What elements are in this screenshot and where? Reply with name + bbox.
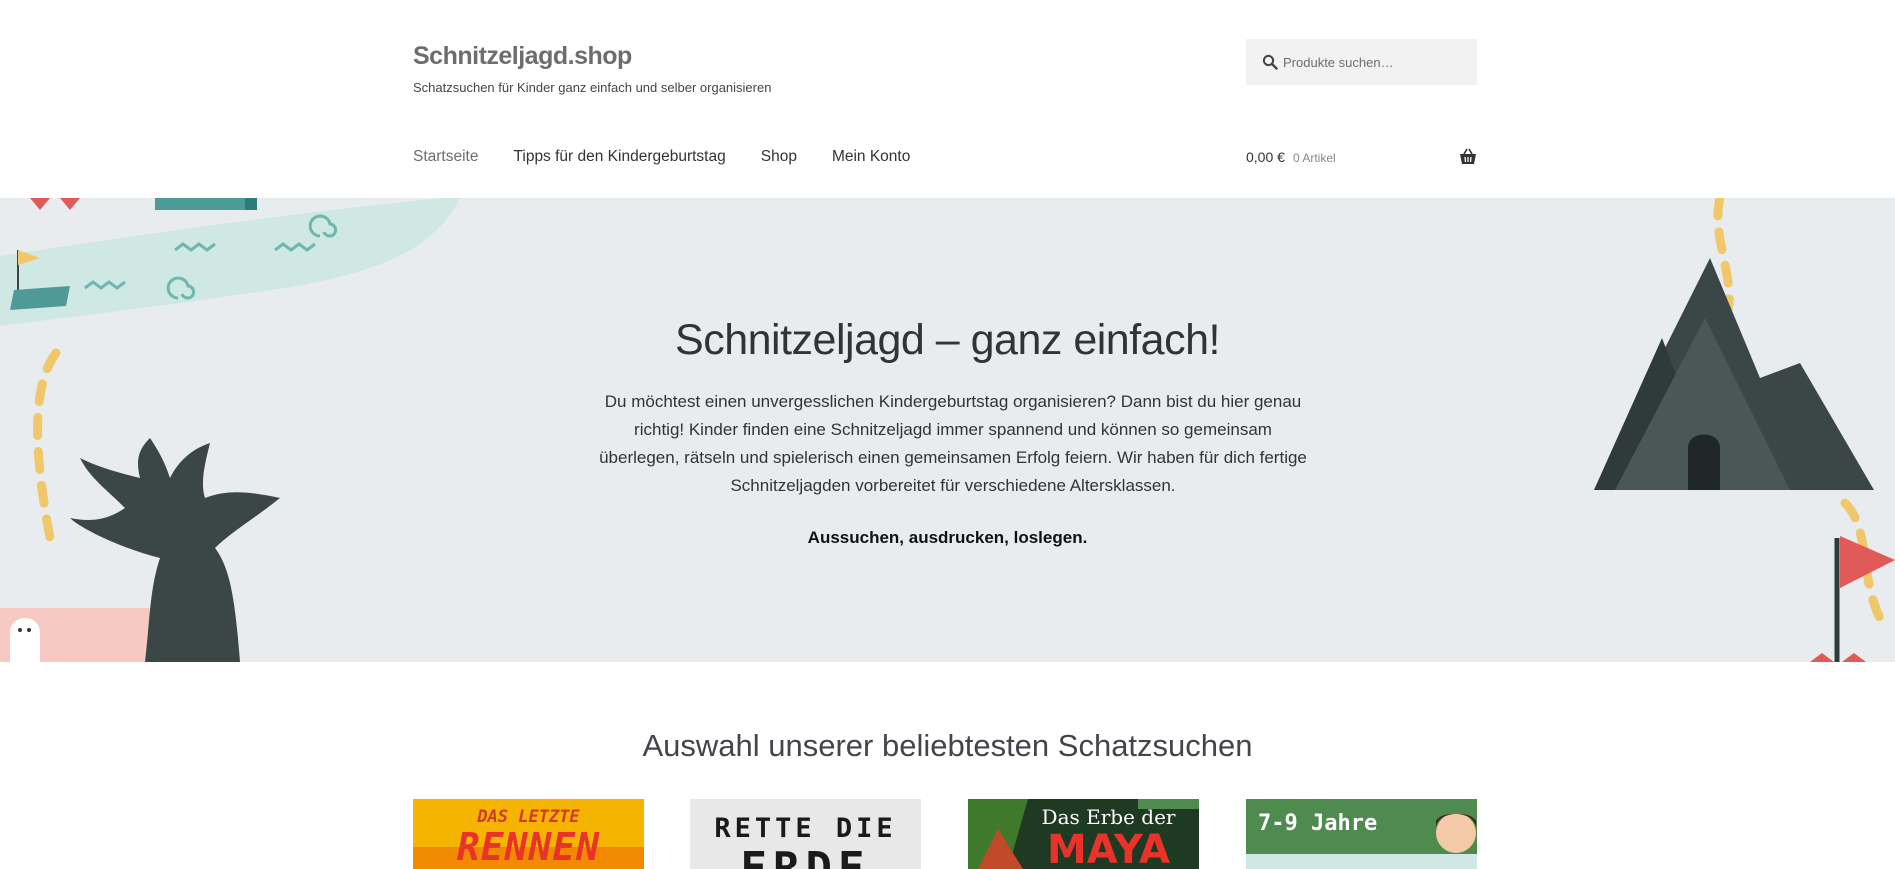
product-card-7-9-jahre[interactable]: 7-9 Jahre [1246, 799, 1477, 869]
hero-tagline: Aussuchen, ausdrucken, loslegen. [807, 528, 1088, 547]
site-tagline: Schatzsuchen für Kinder ganz einfach und… [413, 80, 772, 95]
cart-amount: 0,00 € [1246, 149, 1285, 165]
search-input[interactable] [1283, 39, 1468, 85]
cart-count: 0 Artikel [1293, 151, 1336, 165]
site-title[interactable]: Schnitzeljagd.shop [413, 42, 632, 71]
cart-link[interactable]: 0,00 € 0 Artikel [1246, 148, 1477, 170]
site-header: Schnitzeljagd.shop Schatzsuchen für Kind… [0, 0, 1895, 198]
product-card-das-letzte-rennen[interactable]: DAS LETZTE RENNEN [413, 799, 644, 869]
nav-item-shop[interactable]: Shop [761, 148, 797, 166]
basket-icon [1460, 148, 1476, 164]
hero-title: Schnitzeljagd – ganz einfach! [675, 316, 1220, 364]
product-title-line2: MAYA [1046, 827, 1171, 869]
primary-navigation: Startseite Tipps für den Kindergeburtsta… [413, 148, 945, 166]
nav-item-mein-konto[interactable]: Mein Konto [832, 148, 910, 166]
map-illustration-left [0, 198, 460, 662]
nav-item-tipps[interactable]: Tipps für den Kindergeburtstag [513, 148, 725, 166]
hero-description: Du möchtest einen unvergesslichen Kinder… [599, 392, 1307, 495]
product-card-rette-die-erde[interactable]: RETTE DIE ERDE [690, 799, 921, 869]
product-search [1246, 39, 1477, 85]
search-icon [1262, 54, 1278, 70]
products-section-title: Auswahl unserer beliebtesten Schatzsuche… [642, 728, 1253, 763]
product-card-erbe-der-maya[interactable]: Das Erbe der MAYA [968, 799, 1199, 869]
product-title-line1: DAS LETZTE [477, 807, 580, 827]
map-illustration-right [1594, 198, 1895, 662]
product-title-line2: RENNEN [456, 825, 601, 869]
hero-banner: Schnitzeljagd – ganz einfach! Du möchtes… [0, 198, 1895, 662]
nav-item-startseite[interactable]: Startseite [413, 148, 478, 166]
product-title-line1: 7-9 Jahre [1258, 811, 1378, 836]
product-title-line2: ERDE [740, 843, 871, 869]
product-title-line1: RETTE DIE [714, 813, 897, 844]
product-title-line1: Das Erbe der [1041, 805, 1176, 829]
